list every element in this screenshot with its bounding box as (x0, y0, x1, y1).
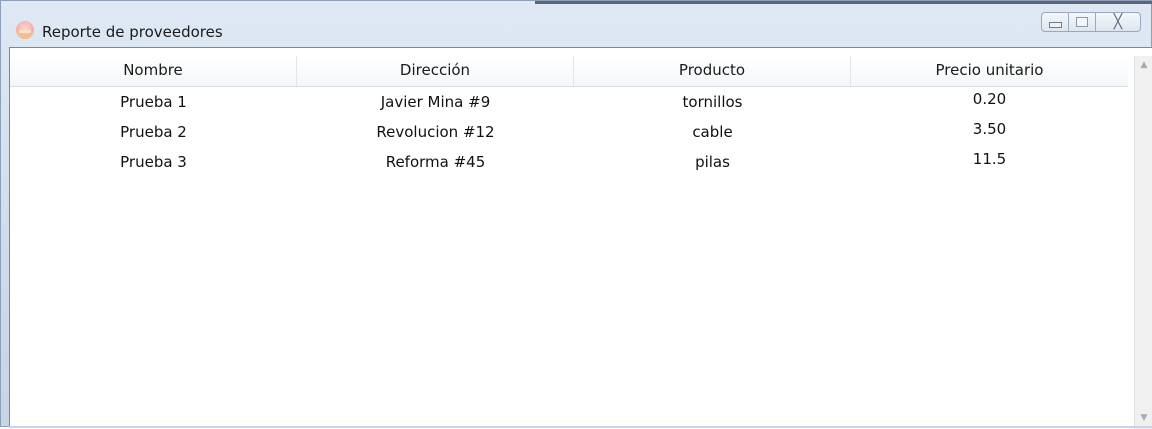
minimize-button[interactable] (1041, 12, 1069, 32)
cell-direccion[interactable]: Reforma #45 (297, 147, 574, 177)
column-header-producto[interactable]: Producto (574, 56, 851, 86)
cake-icon (16, 21, 34, 39)
table-row[interactable]: Prueba 3 Reforma #45 pilas 11.5 (10, 147, 1128, 177)
cell-producto[interactable]: pilas (574, 147, 851, 177)
cell-direccion[interactable]: Revolucion #12 (297, 117, 574, 147)
column-header-precio-unitario[interactable]: Precio unitario (851, 56, 1128, 86)
maximize-button[interactable] (1068, 12, 1096, 32)
close-icon: ╳ (1113, 14, 1123, 30)
cell-nombre[interactable]: Prueba 1 (10, 87, 297, 117)
table-row[interactable]: Prueba 2 Revolucion #12 cable 3.50 (10, 117, 1128, 147)
minimize-icon (1048, 22, 1062, 28)
scroll-up-arrow-icon[interactable]: ▲ (1135, 56, 1152, 74)
suppliers-table: Nombre Dirección Producto Precio unitari… (10, 48, 1128, 429)
title-bar[interactable]: Reporte de proveedores ╳ (1, 1, 1151, 47)
cell-precio-unitario[interactable]: 0.20 (851, 87, 1128, 117)
window-bottom-border (9, 426, 1152, 428)
column-header-direccion[interactable]: Dirección (297, 56, 574, 86)
table-header: Nombre Dirección Producto Precio unitari… (10, 56, 1128, 87)
vertical-scrollbar[interactable]: ▲ ▼ (1134, 56, 1152, 429)
cell-precio-unitario[interactable]: 3.50 (851, 117, 1128, 147)
scroll-down-arrow-icon[interactable]: ▼ (1135, 409, 1152, 427)
cell-nombre[interactable]: Prueba 3 (10, 147, 297, 177)
column-header-nombre[interactable]: Nombre (10, 56, 297, 86)
table-row[interactable]: Prueba 1 Javier Mina #9 tornillos 0.20 (10, 87, 1128, 117)
table-body: Prueba 1 Javier Mina #9 tornillos 0.20 P… (10, 87, 1128, 177)
caption-buttons: ╳ (1041, 11, 1141, 33)
report-window: Reporte de proveedores ╳ Nombre Direcció… (0, 0, 1152, 429)
cell-nombre[interactable]: Prueba 2 (10, 117, 297, 147)
cell-producto[interactable]: cable (574, 117, 851, 147)
maximize-icon (1076, 17, 1088, 27)
close-button[interactable]: ╳ (1095, 12, 1141, 32)
cell-producto[interactable]: tornillos (574, 87, 851, 117)
table-panel: Nombre Dirección Producto Precio unitari… (9, 47, 1152, 429)
cell-direccion[interactable]: Javier Mina #9 (297, 87, 574, 117)
window-title: Reporte de proveedores (42, 23, 223, 41)
cell-precio-unitario[interactable]: 11.5 (851, 147, 1128, 177)
